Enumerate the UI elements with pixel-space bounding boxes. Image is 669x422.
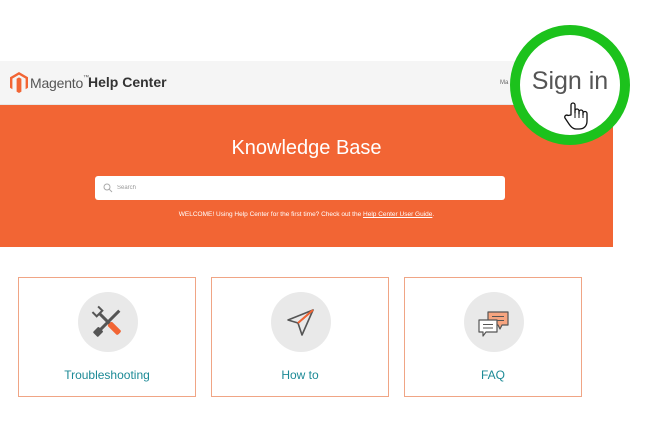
sign-in-callout: Sign in — [510, 25, 630, 145]
hand-pointer-icon — [564, 102, 588, 130]
user-guide-link[interactable]: Help Center User Guide — [363, 211, 432, 218]
header-nav-link[interactable]: Ma — [500, 80, 508, 86]
card-icon-circle — [78, 292, 138, 352]
sign-in-link[interactable]: Sign in — [520, 67, 620, 96]
hero-banner: Knowledge Base WELCOME! Using Help Cente… — [0, 105, 613, 247]
welcome-message: WELCOME! Using Help Center for the first… — [178, 211, 435, 218]
brand-name[interactable]: Magento™ — [30, 75, 89, 91]
card-label: Troubleshooting — [64, 368, 150, 382]
tools-icon — [91, 305, 121, 337]
search-input[interactable] — [117, 176, 497, 200]
card-label: How to — [281, 368, 319, 382]
chat-bubbles-icon — [478, 311, 509, 337]
paper-plane-icon — [287, 309, 314, 336]
card-icon-circle — [464, 292, 524, 352]
category-card-faq[interactable]: FAQ — [404, 277, 582, 397]
category-card-how-to[interactable]: How to — [211, 277, 389, 397]
search-icon — [103, 183, 113, 193]
search-box[interactable] — [95, 176, 505, 200]
card-icon-circle — [271, 292, 331, 352]
magento-logo-icon[interactable] — [10, 72, 28, 93]
site-title[interactable]: Help Center — [88, 74, 167, 90]
card-label: FAQ — [480, 368, 505, 382]
page-title: Knowledge Base — [231, 137, 382, 159]
category-card-troubleshooting[interactable]: Troubleshooting — [18, 277, 196, 397]
